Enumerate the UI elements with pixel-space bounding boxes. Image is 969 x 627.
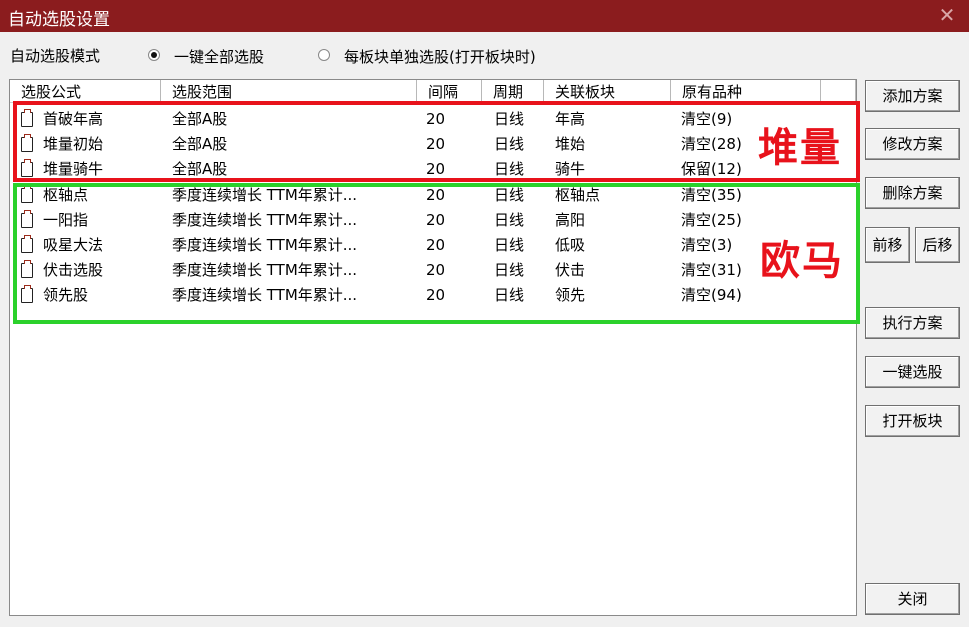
table-row[interactable]: 伏击选股 季度连续增长 TTM年累计... 20 日线 伏击 清空(31) [10, 258, 856, 283]
delete-plan-button[interactable]: 删除方案 [865, 177, 960, 209]
add-plan-button[interactable]: 添加方案 [865, 80, 960, 112]
formula-doc-icon [21, 209, 33, 228]
row-formula-name: 枢轴点 [43, 185, 89, 204]
title-bar: 自动选股设置 ✕ [0, 0, 969, 32]
edit-plan-button[interactable]: 修改方案 [865, 128, 960, 160]
window-title: 自动选股设置 [8, 10, 110, 30]
row-formula-name: 一阳指 [43, 210, 89, 229]
row-period: 日线 [494, 286, 525, 305]
row-board: 枢轴点 [555, 185, 601, 204]
row-original: 清空(35) [681, 185, 742, 204]
row-board: 领先 [555, 286, 586, 305]
row-board: 高阳 [555, 210, 586, 229]
row-range: 全部A股 [172, 110, 228, 128]
row-board: 年高 [555, 110, 586, 128]
formula-doc-icon [21, 235, 33, 253]
formula-doc-icon [21, 260, 33, 279]
row-interval: 20 [426, 210, 446, 229]
formula-doc-icon [21, 109, 33, 127]
column-header-range[interactable]: 选股范围 [161, 80, 417, 103]
row-formula-name: 堆量初始 [43, 135, 104, 154]
table-row[interactable]: 领先股 季度连续增长 TTM年累计... 20 日线 领先 清空(94) [10, 283, 856, 308]
row-original: 清空(3) [681, 236, 733, 254]
table-row[interactable]: 一阳指 季度连续增长 TTM年累计... 20 日线 高阳 清空(25) [10, 208, 856, 233]
close-icon[interactable]: ✕ [935, 3, 959, 27]
formula-list[interactable]: 选股公式 选股范围 间隔 周期 关联板块 原有品种 首破年高 全部A股 20 日线 年高… [9, 79, 857, 616]
row-interval: 20 [426, 236, 446, 254]
row-interval: 20 [426, 286, 446, 305]
table-row[interactable]: 首破年高 全部A股 20 日线 年高 清空(9) [10, 107, 856, 132]
row-range: 季度连续增长 TTM年累计... [172, 261, 358, 280]
column-header-interval[interactable]: 间隔 [417, 80, 482, 103]
row-formula-name: 吸星大法 [43, 236, 104, 254]
list-header: 选股公式 选股范围 间隔 周期 关联板块 原有品种 [10, 80, 856, 104]
column-header-period[interactable]: 周期 [482, 80, 544, 103]
row-formula-name: 伏击选股 [43, 261, 104, 280]
row-formula-name: 领先股 [43, 286, 89, 305]
one-click-select-button[interactable]: 一键选股 [865, 356, 960, 388]
row-interval: 20 [426, 185, 446, 204]
row-board: 低吸 [555, 236, 586, 254]
execute-plan-button[interactable]: 执行方案 [865, 307, 960, 339]
row-range: 全部A股 [172, 160, 228, 179]
table-row[interactable]: 吸星大法 季度连续增长 TTM年累计... 20 日线 低吸 清空(3) [10, 233, 856, 258]
row-period: 日线 [494, 261, 525, 280]
row-board: 骑牛 [555, 160, 586, 179]
row-interval: 20 [426, 135, 446, 154]
row-board: 堆始 [555, 135, 586, 154]
row-range: 季度连续增长 TTM年累计... [172, 286, 358, 305]
column-header-filler [821, 80, 856, 103]
row-period: 日线 [494, 210, 525, 229]
row-range: 季度连续增长 TTM年累计... [172, 210, 358, 229]
row-period: 日线 [494, 135, 525, 154]
row-original: 清空(9) [681, 110, 733, 128]
row-range: 全部A股 [172, 135, 228, 154]
row-period: 日线 [494, 110, 525, 128]
radio-unchecked-icon [318, 49, 330, 61]
open-board-button[interactable]: 打开板块 [865, 405, 960, 437]
annotation-label-green: 欧马 [760, 238, 844, 284]
formula-doc-icon [21, 184, 33, 203]
move-down-button[interactable]: 后移 [915, 227, 960, 263]
table-row[interactable]: 枢轴点 季度连续增长 TTM年累计... 20 日线 枢轴点 清空(35) [10, 183, 856, 208]
formula-doc-icon [21, 285, 33, 304]
column-header-original[interactable]: 原有品种 [671, 80, 821, 103]
row-original: 清空(25) [681, 210, 742, 229]
row-range: 季度连续增长 TTM年累计... [172, 236, 358, 254]
row-interval: 20 [426, 110, 446, 128]
row-period: 日线 [494, 160, 525, 179]
row-range: 季度连续增长 TTM年累计... [172, 185, 358, 204]
annotation-label-red: 堆量 [758, 125, 842, 171]
close-button[interactable]: 关闭 [865, 583, 960, 615]
row-period: 日线 [494, 236, 525, 254]
row-original: 清空(94) [681, 286, 742, 305]
row-original: 清空(28) [681, 135, 742, 154]
formula-doc-icon [21, 134, 33, 153]
row-period: 日线 [494, 185, 525, 204]
radio-label: 每板块单独选股(打开板块时) [344, 48, 536, 66]
row-original: 清空(31) [681, 261, 742, 280]
table-row[interactable]: 堆量骑牛 全部A股 20 日线 骑牛 保留(12) [10, 157, 856, 182]
row-original: 保留(12) [681, 160, 742, 179]
row-board: 伏击 [555, 261, 586, 280]
row-interval: 20 [426, 160, 446, 179]
radio-label: 一键全部选股 [174, 48, 265, 66]
row-formula-name: 堆量骑牛 [43, 160, 104, 179]
radio-checked-icon [148, 49, 160, 61]
row-interval: 20 [426, 261, 446, 280]
move-up-button[interactable]: 前移 [865, 227, 910, 263]
table-row[interactable]: 堆量初始 全部A股 20 日线 堆始 清空(28) [10, 132, 856, 157]
column-header-formula[interactable]: 选股公式 [10, 80, 161, 103]
row-formula-name: 首破年高 [43, 110, 104, 128]
mode-label: 自动选股模式 [10, 47, 101, 65]
formula-doc-icon [21, 159, 33, 178]
column-header-board[interactable]: 关联板块 [544, 80, 671, 103]
